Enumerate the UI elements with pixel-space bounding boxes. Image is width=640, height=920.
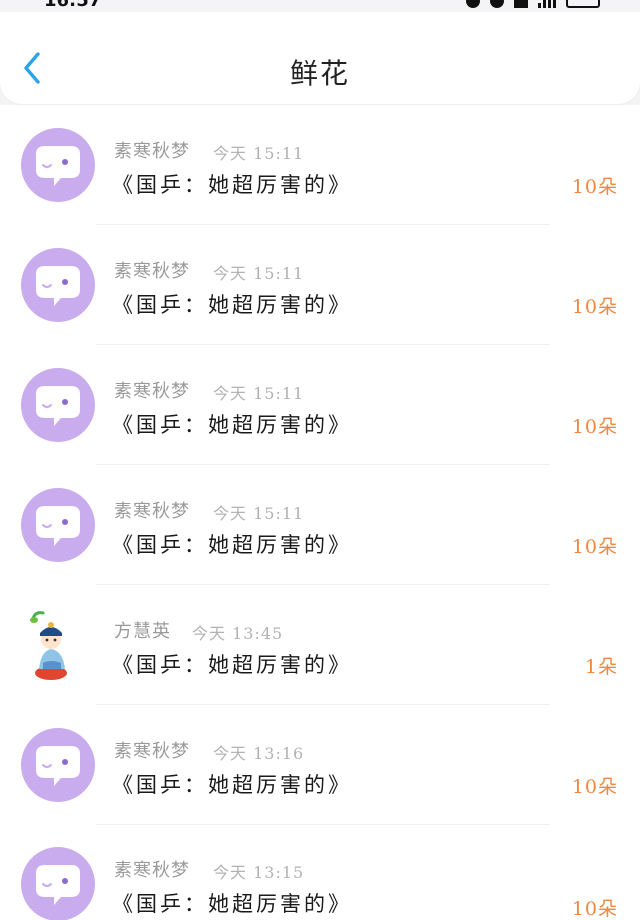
flower-record-list[interactable]: 素寒秋梦 今天 15:11 《国乒：她超厉害的》 10朵 素寒秋梦 今天 15:… (0, 105, 640, 920)
flower-count: 10朵 (571, 416, 618, 438)
list-item[interactable]: 方慧英 今天 13:45 《国乒：她超厉害的》 1朵 (0, 585, 640, 705)
signal-icon (538, 0, 556, 8)
page-title: 鲜花 (289, 57, 350, 90)
status-icons (466, 0, 600, 8)
header: 鲜花 (0, 12, 640, 104)
send-time: 今天 15:11 (213, 384, 305, 403)
avatar[interactable] (21, 248, 95, 322)
cartoon-figure-icon (30, 611, 67, 680)
chat-bubble-icon (36, 865, 80, 905)
book-title: 《国乒：她超厉害的》 (112, 533, 352, 557)
flower-count: 10朵 (571, 176, 618, 198)
list-item[interactable]: 素寒秋梦 今天 15:11 《国乒：她超厉害的》 10朵 (0, 105, 640, 225)
sender-name: 素寒秋梦 (114, 261, 190, 282)
book-title: 《国乒：她超厉害的》 (112, 892, 352, 916)
flower-count: 10朵 (571, 296, 618, 318)
book-title: 《国乒：她超厉害的》 (112, 773, 352, 797)
avatar[interactable] (21, 728, 95, 802)
list-item[interactable]: 素寒秋梦 今天 15:11 《国乒：她超厉害的》 10朵 (0, 225, 640, 345)
status-bar: 16:57 (0, 0, 640, 12)
battery-icon (566, 0, 600, 8)
status-time: 16:57 (44, 0, 102, 11)
chat-bubble-icon (36, 746, 80, 786)
list-item[interactable]: 素寒秋梦 今天 15:11 《国乒：她超厉害的》 10朵 (0, 465, 640, 585)
flower-count: 1朵 (584, 656, 618, 678)
list-item[interactable]: 素寒秋梦 今天 15:11 《国乒：她超厉害的》 10朵 (0, 345, 640, 465)
flower-count: 10朵 (571, 898, 618, 920)
send-time: 今天 13:45 (192, 624, 284, 643)
sender-name: 素寒秋梦 (114, 501, 190, 522)
book-title: 《国乒：她超厉害的》 (112, 413, 352, 437)
sender-name: 方慧英 (114, 621, 171, 642)
flower-count: 10朵 (571, 776, 618, 798)
mute-icon (514, 0, 528, 8)
notification-icon (466, 0, 480, 8)
book-title: 《国乒：她超厉害的》 (112, 653, 352, 677)
list-item[interactable]: 素寒秋梦 今天 13:15 《国乒：她超厉害的》 10朵 (0, 824, 640, 920)
send-time: 今天 13:16 (213, 744, 305, 763)
avatar[interactable] (21, 368, 95, 442)
list-item[interactable]: 素寒秋梦 今天 13:16 《国乒：她超厉害的》 10朵 (0, 705, 640, 825)
send-time: 今天 15:11 (213, 264, 305, 283)
avatar[interactable] (21, 603, 95, 683)
chat-bubble-icon (36, 146, 80, 186)
chat-bubble-icon (36, 386, 80, 426)
sender-name: 素寒秋梦 (114, 381, 190, 402)
alarm-icon (490, 0, 504, 8)
send-time: 今天 15:11 (213, 504, 305, 523)
sender-name: 素寒秋梦 (114, 860, 190, 881)
avatar[interactable] (21, 128, 95, 202)
flower-count: 10朵 (571, 536, 618, 558)
avatar[interactable] (21, 488, 95, 562)
chat-bubble-icon (36, 266, 80, 306)
book-title: 《国乒：她超厉害的》 (112, 293, 352, 317)
chat-bubble-icon (36, 506, 80, 546)
book-title: 《国乒：她超厉害的》 (112, 173, 352, 197)
send-time: 今天 15:11 (213, 144, 305, 163)
send-time: 今天 13:15 (213, 863, 305, 882)
avatar[interactable] (21, 847, 95, 920)
sender-name: 素寒秋梦 (114, 141, 190, 162)
sender-name: 素寒秋梦 (114, 741, 190, 762)
